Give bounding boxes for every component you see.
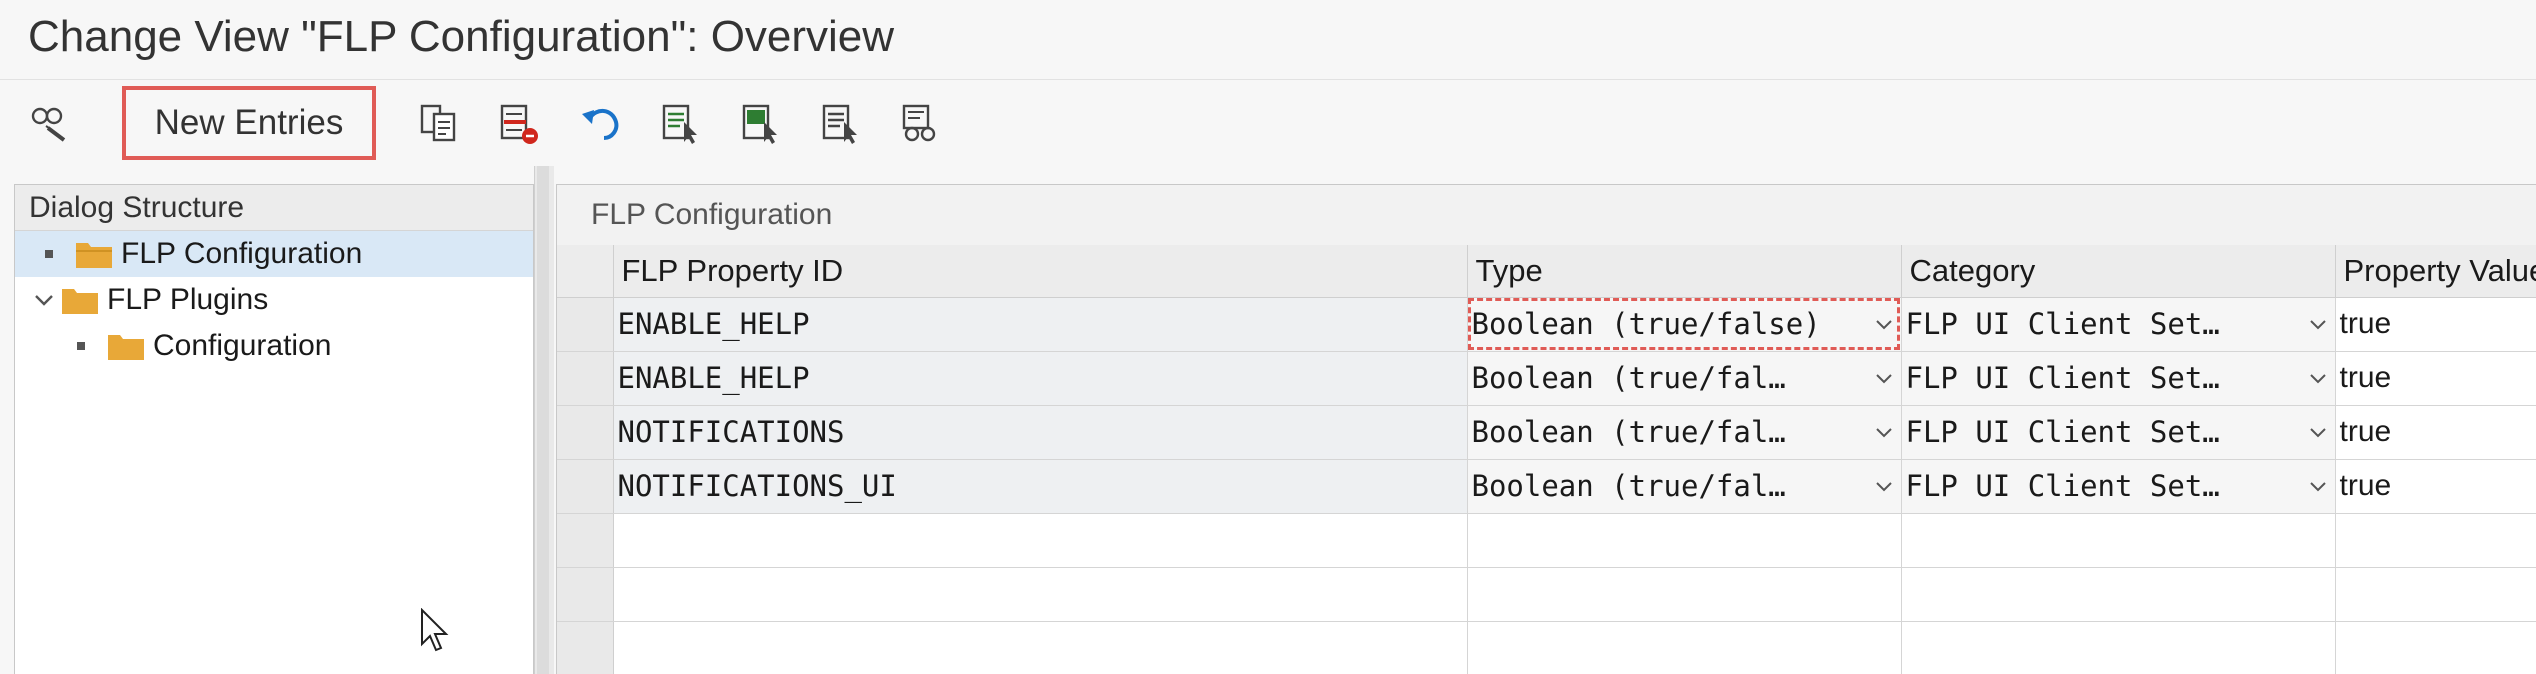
delete-icon[interactable] [494, 98, 544, 148]
panel-splitter[interactable] [534, 166, 554, 674]
table-view-panel: FLP Configuration FLP Property ID Type C… [556, 184, 2536, 674]
category-value: FLP UI Client Set… [1905, 361, 2220, 395]
column-header-category[interactable]: Category [1901, 245, 2336, 298]
property-value-input[interactable]: true [2335, 297, 2536, 352]
row-selector[interactable] [557, 567, 614, 622]
row-selector[interactable] [557, 459, 614, 514]
chevron-down-icon[interactable] [1873, 476, 1895, 498]
tree-item-flp-plugins[interactable]: FLP Plugins [15, 277, 533, 323]
empty-cell[interactable] [1901, 513, 2336, 568]
page-title: Change View "FLP Configuration": Overvie… [28, 12, 895, 61]
row-selector[interactable] [557, 621, 614, 674]
type-value: Boolean (true/fal… [1471, 469, 1786, 503]
chevron-down-icon[interactable] [1873, 314, 1895, 336]
empty-table-row [557, 567, 2536, 622]
table-row: ENABLE_HELP Boolean (true/fal… FLP UI Cl… [557, 351, 2536, 406]
splitter-handle[interactable] [537, 166, 549, 674]
empty-cell[interactable] [1901, 567, 2336, 622]
property-value-input[interactable]: true [2335, 351, 2536, 406]
category-value: FLP UI Client Set… [1905, 307, 2220, 341]
chevron-down-icon[interactable] [2307, 368, 2329, 390]
chevron-down-icon[interactable] [1873, 422, 1895, 444]
select-block-icon[interactable] [736, 98, 786, 148]
row-selector[interactable] [557, 297, 614, 352]
chevron-down-icon[interactable] [2307, 314, 2329, 336]
new-entries-button[interactable]: New Entries [122, 86, 376, 160]
table-row: NOTIFICATIONS Boolean (true/fal… FLP UI … [557, 405, 2536, 460]
empty-cell[interactable] [2335, 567, 2536, 622]
property-value-input[interactable]: true [2335, 459, 2536, 514]
chevron-down-icon[interactable] [33, 289, 55, 311]
empty-cell[interactable] [613, 621, 1468, 674]
table-row: ENABLE_HELP Boolean (true/false) FLP UI … [557, 297, 2536, 352]
column-header-flp-property-id[interactable]: FLP Property ID [613, 245, 1468, 298]
table-row: NOTIFICATIONS_UI Boolean (true/fal… FLP … [557, 459, 2536, 514]
category-value: FLP UI Client Set… [1905, 415, 2220, 449]
tree-item-label: FLP Configuration [121, 237, 363, 270]
category-dropdown[interactable]: FLP UI Client Set… [1901, 297, 2336, 352]
dialog-structure-header: Dialog Structure [15, 185, 533, 231]
empty-cell[interactable] [1901, 621, 2336, 674]
empty-cell[interactable] [613, 567, 1468, 622]
category-dropdown[interactable]: FLP UI Client Set… [1901, 459, 2336, 514]
property-id-cell: NOTIFICATIONS_UI [613, 459, 1468, 514]
category-value: FLP UI Client Set… [1905, 469, 2220, 503]
table-caption: FLP Configuration [557, 185, 2536, 245]
copy-as-icon[interactable] [414, 98, 464, 148]
dialog-structure-panel: Dialog Structure FLP Configuration FLP P… [14, 184, 534, 674]
tree-item-flp-configuration[interactable]: FLP Configuration [15, 231, 533, 277]
property-id-cell: ENABLE_HELP [613, 351, 1468, 406]
title-bar: Change View "FLP Configuration": Overvie… [0, 0, 2536, 80]
type-value: Boolean (true/false) [1471, 307, 1821, 341]
chevron-down-icon[interactable] [1873, 368, 1895, 390]
category-dropdown[interactable]: FLP UI Client Set… [1901, 405, 2336, 460]
bullet-icon [45, 250, 53, 258]
empty-cell[interactable] [2335, 621, 2536, 674]
select-all-icon[interactable] [656, 98, 706, 148]
type-value: Boolean (true/fal… [1471, 361, 1786, 395]
property-value-input[interactable]: true [2335, 405, 2536, 460]
undo-icon[interactable] [576, 98, 626, 148]
bullet-icon [77, 342, 85, 350]
property-id-cell: ENABLE_HELP [613, 297, 1468, 352]
flp-configuration-table: FLP Property ID Type Category Property V… [557, 245, 2536, 674]
deselect-all-icon[interactable] [816, 98, 866, 148]
row-selector[interactable] [557, 405, 614, 460]
mouse-pointer-icon [421, 608, 449, 652]
row-selector[interactable] [557, 351, 614, 406]
column-header-type[interactable]: Type [1467, 245, 1902, 298]
folder-icon [108, 335, 144, 360]
chevron-down-icon[interactable] [2307, 476, 2329, 498]
empty-cell[interactable] [1467, 513, 1902, 568]
empty-cell[interactable] [2335, 513, 2536, 568]
find-icon[interactable] [896, 98, 946, 148]
type-dropdown[interactable]: Boolean (true/fal… [1467, 459, 1902, 514]
column-header-property-value[interactable]: Property Value [2335, 245, 2536, 298]
property-id-cell: NOTIFICATIONS [613, 405, 1468, 460]
row-selector-header[interactable] [557, 245, 614, 298]
chevron-down-icon[interactable] [2307, 422, 2329, 444]
tree-item-label: FLP Plugins [107, 283, 269, 316]
sap-window: Change View "FLP Configuration": Overvie… [0, 0, 2536, 674]
empty-cell[interactable] [1467, 621, 1902, 674]
category-dropdown[interactable]: FLP UI Client Set… [1901, 351, 2336, 406]
folder-icon [62, 289, 98, 314]
table-header-row: FLP Property ID Type Category Property V… [557, 245, 2536, 298]
type-dropdown[interactable]: Boolean (true/fal… [1467, 351, 1902, 406]
folder-open-icon [76, 243, 112, 268]
empty-cell[interactable] [1467, 567, 1902, 622]
display-change-icon[interactable] [24, 98, 74, 148]
empty-table-row [557, 513, 2536, 568]
empty-table-row [557, 621, 2536, 674]
empty-cell[interactable] [613, 513, 1468, 568]
tree-item-configuration[interactable]: Configuration [15, 323, 533, 369]
type-dropdown[interactable]: Boolean (true/fal… [1467, 405, 1902, 460]
row-selector[interactable] [557, 513, 614, 568]
type-value: Boolean (true/fal… [1471, 415, 1786, 449]
application-toolbar: New Entries [0, 80, 2536, 166]
tree-item-label: Configuration [153, 329, 332, 362]
type-dropdown[interactable]: Boolean (true/false) [1467, 297, 1902, 352]
